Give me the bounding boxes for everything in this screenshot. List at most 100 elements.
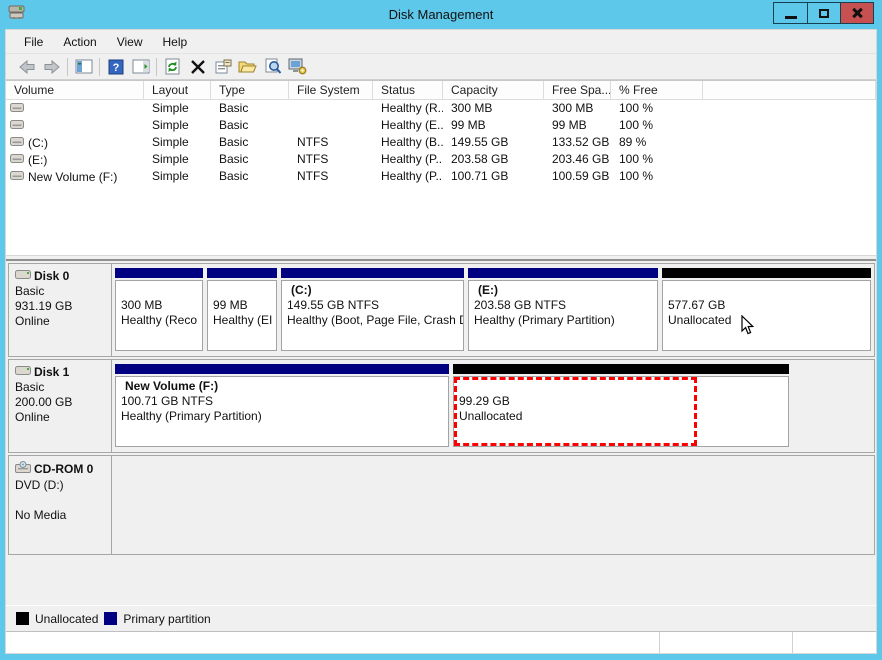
cell-type: Basic: [219, 169, 249, 183]
minimize-button[interactable]: [774, 3, 807, 23]
disk-icon: [15, 269, 31, 284]
cell-layout: Simple: [152, 118, 189, 132]
partition-status: Unallocated: [459, 409, 523, 423]
cell-capacity: 203.58 GB: [451, 152, 509, 166]
volume-row-f[interactable]: New Volume (F:) Simple Basic NTFS Health…: [6, 168, 876, 185]
cell-file-system: [289, 100, 373, 117]
cell-file-system: [289, 117, 373, 134]
column-header-status[interactable]: Status: [373, 81, 443, 100]
partition-recovery[interactable]: 300 MB Healthy (Reco: [115, 268, 203, 351]
cell-free-space: 99 MB: [552, 118, 587, 132]
primary-partition-swatch: [104, 612, 118, 625]
column-header-pct-free[interactable]: % Free: [611, 81, 703, 100]
column-header-type[interactable]: Type: [211, 81, 289, 100]
menu-file[interactable]: File: [14, 32, 53, 52]
forward-button[interactable]: [39, 55, 64, 78]
partition-e[interactable]: (E:) 203.58 GB NTFS Healthy (Primary Par…: [468, 268, 658, 351]
column-header-capacity[interactable]: Capacity: [443, 81, 544, 100]
column-header-filler: [703, 81, 876, 100]
legend-bar: Unallocated Primary partition: [6, 605, 876, 631]
action-pane-button[interactable]: [128, 55, 153, 78]
cell-layout: Simple: [152, 152, 189, 166]
disk-status: Online: [15, 410, 50, 424]
volume-row-efi[interactable]: Simple Basic Healthy (E... 99 MB 99 MB 1…: [6, 117, 876, 134]
disk-status: No Media: [15, 508, 67, 522]
cell-layout: Simple: [152, 169, 189, 183]
menu-help[interactable]: Help: [153, 32, 198, 52]
cell-capacity: 300 MB: [451, 101, 493, 115]
disk-0-label[interactable]: Disk 0 Basic 931.19 GB Online: [9, 264, 112, 356]
volume-row-e[interactable]: (E:) Simple Basic NTFS Healthy (P... 203…: [6, 151, 876, 168]
unallocated-swatch: [16, 612, 29, 625]
volume-icon: [10, 136, 24, 150]
partition-efi[interactable]: 99 MB Healthy (EI: [207, 268, 277, 351]
disk-name: CD-ROM 0: [34, 462, 94, 476]
console-tree-button[interactable]: [71, 55, 96, 78]
cell-capacity: 149.55 GB: [451, 135, 509, 149]
partition-size: 300 MB: [121, 298, 163, 312]
refresh-button[interactable]: [160, 55, 185, 78]
delete-button[interactable]: [185, 55, 210, 78]
client-area: File Action View Help ? Volume Layout Ty…: [5, 29, 877, 654]
unallocated-disk0[interactable]: 577.67 GB Unallocated: [662, 268, 871, 351]
volume-list-header: Volume Layout Type File System Status Ca…: [6, 81, 876, 100]
primary-partition-bar: [207, 268, 277, 278]
back-button[interactable]: [14, 55, 39, 78]
properties-button[interactable]: [210, 55, 235, 78]
column-header-layout[interactable]: Layout: [144, 81, 211, 100]
find-button[interactable]: [260, 55, 285, 78]
close-button[interactable]: [840, 3, 873, 23]
volume-icon: [10, 153, 24, 167]
legend-unallocated: Unallocated: [16, 612, 98, 626]
open-button[interactable]: [235, 55, 260, 78]
partition-status: Healthy (Primary Partition): [474, 313, 615, 327]
volume-icon: [10, 119, 24, 133]
maximize-icon: [819, 8, 829, 18]
disk-kind: Basic: [15, 380, 45, 394]
disk-graph-area: Disk 0 Basic 931.19 GB Online 300 MB Hea…: [6, 261, 876, 605]
cell-status: Healthy (R...: [381, 101, 443, 115]
title-bar[interactable]: Disk Management: [0, 0, 882, 29]
cell-pct-free: 100 %: [619, 152, 654, 166]
disk-size: 200.00 GB: [15, 395, 73, 409]
partition-size: 99.29 GB: [459, 394, 510, 408]
partition-status: Healthy (Boot, Page File, Crash D: [287, 313, 464, 327]
partition-c[interactable]: (C:) 149.55 GB NTFS Healthy (Boot, Page …: [281, 268, 464, 351]
help-button[interactable]: ?: [103, 55, 128, 78]
toolbar-separator: [67, 57, 68, 76]
back-icon: [18, 59, 34, 74]
partition-title: (C:): [291, 283, 312, 297]
cell-type: Basic: [219, 152, 249, 166]
disk-icon: [15, 365, 31, 380]
partition-status: Healthy (Primary Partition): [121, 409, 262, 423]
maximize-button[interactable]: [807, 3, 840, 23]
volume-row-c[interactable]: (C:) Simple Basic NTFS Healthy (B... 149…: [6, 134, 876, 151]
cell-capacity: 99 MB: [451, 118, 486, 132]
cdrom-0-graph: [112, 456, 874, 554]
menu-action[interactable]: Action: [53, 32, 106, 52]
partition-new-volume-f[interactable]: New Volume (F:) 100.71 GB NTFS Healthy (…: [115, 364, 449, 447]
menu-view[interactable]: View: [107, 32, 153, 52]
cdrom-0-row: CD-ROM 0 DVD (D:) No Media: [8, 455, 875, 555]
cell-pct-free: 100 %: [619, 169, 654, 183]
status-bar: [6, 631, 876, 653]
volume-name: New Volume (F:): [28, 170, 118, 184]
volume-row-recovery[interactable]: Simple Basic Healthy (R... 300 MB 300 MB…: [6, 100, 876, 117]
cell-status: Healthy (P...: [381, 169, 443, 183]
cell-capacity: 100.71 GB: [451, 169, 509, 183]
unallocated-disk1-selected[interactable]: 99.29 GB Unallocated: [453, 364, 789, 447]
partition-size: 203.58 GB NTFS: [474, 298, 567, 312]
cdrom-0-label[interactable]: CD-ROM 0 DVD (D:) No Media: [9, 456, 112, 554]
column-header-free-space[interactable]: Free Spa...: [544, 81, 611, 100]
computer-settings-button[interactable]: [285, 55, 310, 78]
disk-size: 931.19 GB: [15, 299, 73, 313]
column-header-volume[interactable]: Volume: [6, 81, 144, 100]
cell-file-system: NTFS: [297, 152, 329, 166]
volume-name: (E:): [28, 153, 48, 167]
partition-status: Healthy (Reco: [121, 313, 198, 327]
cell-type: Basic: [219, 135, 249, 149]
legend-label: Unallocated: [35, 611, 99, 626]
window-controls: [773, 2, 874, 24]
column-header-file-system[interactable]: File System: [289, 81, 373, 100]
disk-1-label[interactable]: Disk 1 Basic 200.00 GB Online: [9, 360, 112, 452]
